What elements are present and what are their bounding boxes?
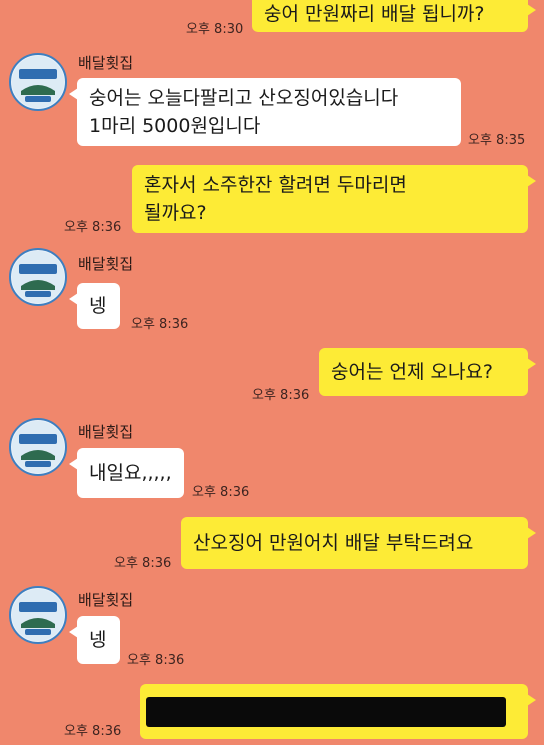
- sender-name: 배달횟집: [78, 423, 134, 441]
- message-time: 오후 8:36: [114, 556, 172, 571]
- my-message-bubble[interactable]: 숭어는 언제 오나요?: [319, 348, 536, 396]
- message-time: 오후 8:36: [64, 220, 122, 235]
- message-time: 오후 8:36: [252, 388, 310, 403]
- their-message-bubble[interactable]: 숭어는 오늘다팔리고 산오징어있습니다 1마리 5000원입니다: [69, 78, 461, 146]
- message-time: 오후 8:36: [192, 485, 250, 500]
- my-message-bubble[interactable]: 숭어 만원짜리 배달 됩니까?: [252, 0, 536, 32]
- sender-avatar-icon[interactable]: [9, 418, 67, 476]
- sender-name: 배달횟집: [78, 255, 134, 273]
- sender-avatar-icon[interactable]: [9, 53, 67, 111]
- my-message-bubble[interactable]: 혼자서 소주한잔 할려면 두마리면 될까요?: [132, 165, 536, 233]
- sender-avatar-icon[interactable]: [9, 248, 67, 306]
- message-time: 오후 8:35: [468, 133, 526, 148]
- message-time: 오후 8:36: [131, 317, 189, 332]
- message-time: 오후 8:36: [64, 724, 122, 739]
- sender-name: 배달횟집: [78, 591, 134, 609]
- sender-avatar-icon[interactable]: [9, 586, 67, 644]
- redaction-mark: [146, 697, 506, 727]
- message-time: 오후 8:36: [127, 653, 185, 668]
- their-message-bubble[interactable]: 넹: [69, 283, 120, 329]
- their-message-bubble[interactable]: 내일요,,,,,: [69, 448, 184, 498]
- their-message-bubble[interactable]: 넹: [69, 616, 120, 664]
- sender-name: 배달횟집: [78, 54, 134, 72]
- my-message-bubble[interactable]: 산오징어 만원어치 배달 부탁드려요: [181, 517, 536, 569]
- message-time: 오후 8:30: [186, 22, 244, 37]
